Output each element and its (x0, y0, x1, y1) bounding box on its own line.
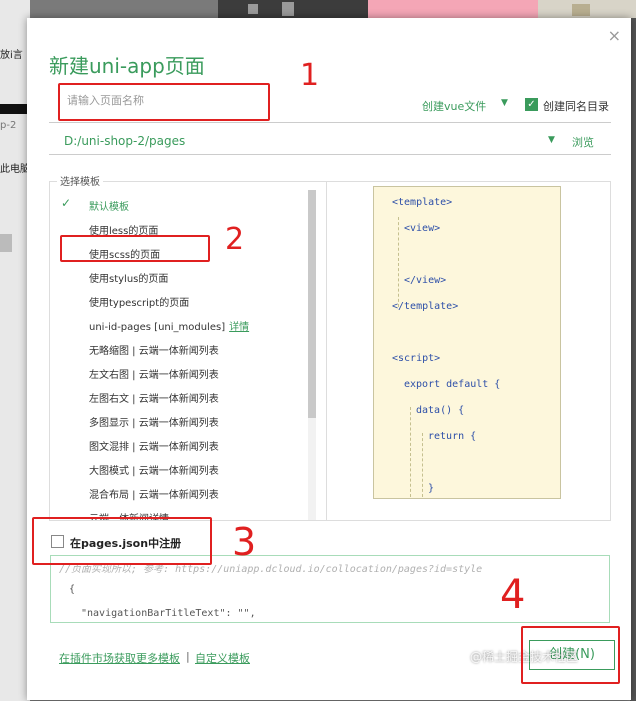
annotation-box-3 (32, 517, 212, 565)
background-text: p-2 (0, 120, 17, 131)
indent-guide (410, 407, 411, 497)
details-link[interactable]: 详情 (229, 322, 249, 333)
divider (49, 154, 611, 155)
json-line: { (69, 584, 76, 595)
pages-json-preview: //页面实现所以; 参考: https://uniapp.dcloud.io/c… (50, 555, 610, 623)
code-line: return { (428, 431, 477, 442)
background-text: 放i言 (0, 50, 23, 61)
template-item-label: 大图模式 | 云端一体新闻列表 (89, 466, 219, 477)
browse-button[interactable]: 浏览 (572, 134, 594, 150)
template-item-label: 使用typescript的页面 (89, 298, 190, 309)
same-dir-checkbox-label: 创建同名目录 (543, 100, 609, 113)
same-dir-checkbox[interactable]: ✓ (525, 98, 538, 111)
folder-icon (572, 4, 590, 16)
divider (49, 122, 611, 123)
template-scrollbar-thumb[interactable] (308, 190, 316, 418)
dialog-title: 新建uni-app页面 (49, 54, 205, 78)
code-line: <view> (404, 223, 441, 234)
plugin-market-link[interactable]: 在插件市场获取更多模板 (59, 650, 180, 666)
background-bar (0, 104, 30, 114)
background-block (0, 234, 12, 252)
template-item-label: 多图显示 | 云端一体新闻列表 (89, 418, 219, 429)
path-select[interactable]: D:/uni-shop-2/pages (64, 134, 185, 148)
template-item-label: 左文右图 | 云端一体新闻列表 (89, 370, 219, 381)
close-icon[interactable]: × (608, 26, 621, 45)
annotation-box-4 (521, 626, 620, 684)
annotation-mark-2: 2 (225, 222, 245, 257)
pin-icon (248, 2, 294, 16)
checkmark-icon: ✓ (61, 196, 72, 210)
indent-guide (422, 433, 423, 497)
code-line: </view> (404, 275, 447, 286)
background-pink-panel (368, 0, 538, 18)
background-light-panel (538, 0, 636, 18)
code-line: <script> (392, 353, 441, 364)
annotation-box-2 (60, 235, 210, 262)
code-line: </template> (392, 301, 459, 312)
background-text: 此电脑 (0, 164, 30, 175)
template-item-label: 使用stylus的页面 (89, 274, 169, 285)
template-item-label: 左图右文 | 云端一体新闻列表 (89, 394, 219, 405)
divider (326, 182, 327, 520)
template-item-label: 默认模板 (89, 202, 129, 213)
code-line: data() { (416, 405, 465, 416)
code-preview: <template> <view> </view> </template> <s… (373, 186, 561, 499)
vue-file-select[interactable]: 创建vue文件 (422, 98, 486, 114)
annotation-mark-4: 4 (500, 572, 526, 618)
background-toolbar (218, 0, 368, 18)
template-item-label: uni-id-pages [uni_modules] (89, 322, 226, 333)
template-item-label: 无略缩图 | 云端一体新闻列表 (89, 346, 219, 357)
annotation-mark-1: 1 (300, 58, 320, 93)
json-line: "navigationBarTitleText": "", (81, 608, 256, 619)
code-line: export default { (404, 379, 501, 390)
template-item-label: 图文混排 | 云端一体新闻列表 (89, 442, 219, 453)
custom-template-link[interactable]: 自定义模板 (195, 650, 250, 666)
background-left-window: 放i言 p-2 此电脑 (0, 0, 30, 701)
template-item-label: 混合布局 | 云端一体新闻列表 (89, 490, 219, 501)
annotation-box-1 (58, 83, 270, 121)
indent-guide (398, 217, 399, 307)
code-line: } (428, 483, 435, 494)
chevron-down-icon[interactable]: ▼ (548, 135, 555, 145)
chevron-down-icon[interactable]: ▼ (501, 98, 508, 108)
footer-separator: | (186, 650, 190, 663)
annotation-mark-3: 3 (232, 520, 257, 564)
template-legend: 选择模板 (57, 173, 103, 188)
code-line: <template> (392, 197, 453, 208)
